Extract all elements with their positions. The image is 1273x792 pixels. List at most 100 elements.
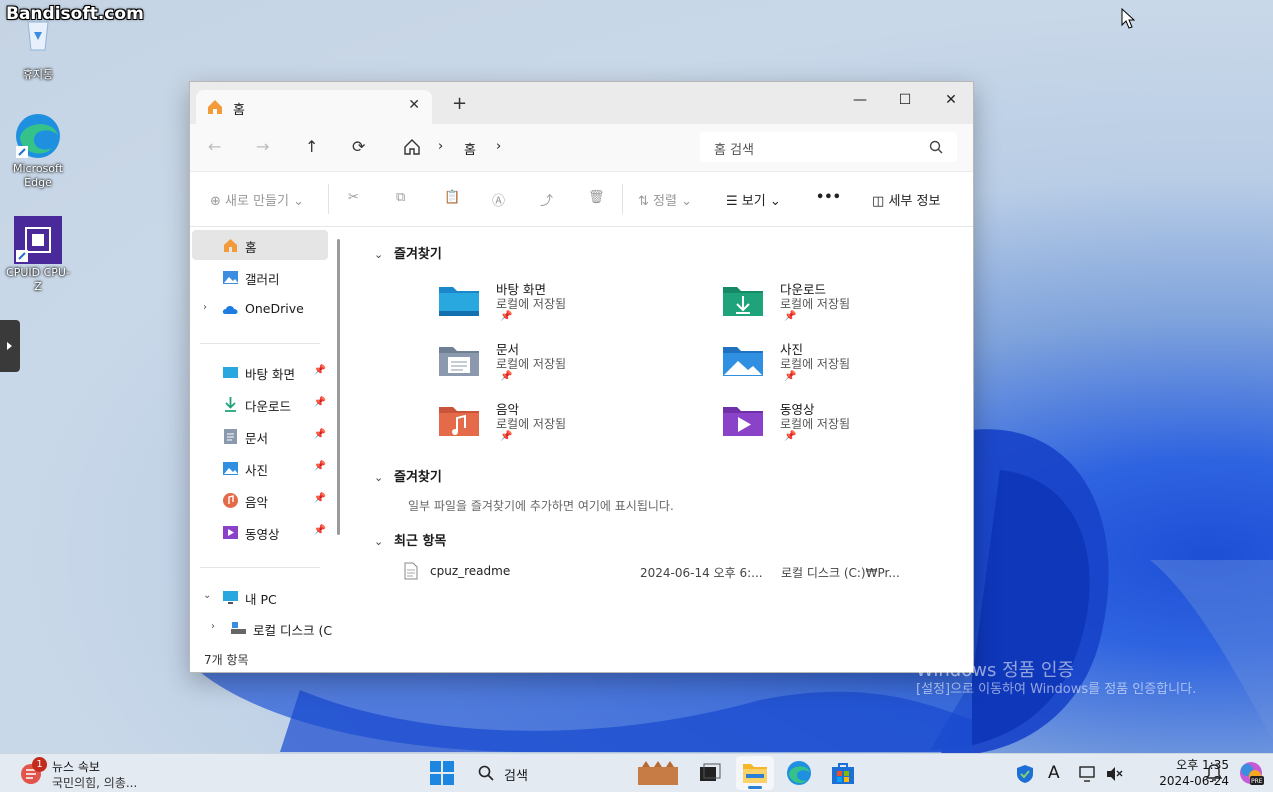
quick-access-pictures[interactable]: 사진 로컬에 저장됨 📌	[722, 339, 973, 395]
chevron-right-icon[interactable]: ›	[203, 302, 207, 313]
computer-icon	[223, 591, 238, 604]
sidebar-item-pictures[interactable]: 사진 📌	[192, 453, 328, 483]
desktop-icon-recycle-bin[interactable]: 휴지통	[6, 18, 70, 82]
more-options-button[interactable]: •••	[816, 190, 841, 205]
quick-access-desktop[interactable]: 바탕 화면 로컬에 저장됨 📌	[438, 279, 698, 335]
refresh-button[interactable]: ⟳	[352, 137, 365, 156]
pin-icon[interactable]: 📌	[314, 429, 326, 440]
sidebar-item-label: 문서	[245, 431, 269, 446]
breadcrumb-current[interactable]: 홈	[464, 139, 476, 158]
pin-icon[interactable]: 📌	[314, 461, 326, 472]
volume-muted-icon[interactable]	[1105, 765, 1123, 783]
delete-icon[interactable]: 🗑	[588, 190, 605, 205]
details-button[interactable]: ◫ 세부 정보	[872, 190, 940, 209]
quick-access-music[interactable]: 음악 로컬에 저장됨 📌	[438, 399, 698, 455]
pin-icon[interactable]: 📌	[314, 525, 326, 536]
up-button[interactable]: ↑	[305, 137, 318, 156]
sidebar-item-local-disk[interactable]: › 로컬 디스크 (C	[192, 613, 332, 643]
recent-file-row[interactable]: cpuz_readme 2024-06-14 오후 6:... 로컬 디스크 (…	[404, 560, 964, 584]
edge-icon[interactable]	[786, 760, 812, 786]
pin-icon[interactable]: 📌	[314, 493, 326, 504]
store-icon[interactable]	[831, 761, 855, 785]
sidebar-item-music[interactable]: 음악 📌	[192, 485, 328, 515]
taskbar-search[interactable]: 검색	[470, 757, 678, 789]
address-bar[interactable]: › 홈 ›	[390, 132, 690, 162]
folder-status: 로컬에 저장됨	[496, 357, 567, 371]
chevron-right-icon[interactable]: ›	[211, 621, 215, 632]
new-label: 새로 만들기	[225, 194, 289, 209]
security-shield-icon[interactable]	[1016, 764, 1034, 784]
pin-icon: 📌	[500, 311, 513, 322]
title-bar: 홈 ✕ + — ☐ ✕	[190, 82, 973, 124]
search-box[interactable]: 홈 검색	[700, 132, 957, 162]
side-panel-handle[interactable]	[0, 320, 20, 372]
pin-icon[interactable]: 📌	[314, 397, 326, 408]
sidebar-item-downloads[interactable]: 다운로드 📌	[192, 389, 328, 419]
chevron-down-icon: ⌄	[293, 194, 305, 209]
ime-indicator[interactable]: A	[1048, 763, 1060, 783]
sidebar-item-desktop[interactable]: 바탕 화면 📌	[192, 357, 328, 387]
quick-access-videos[interactable]: 동영상 로컬에 저장됨 📌	[722, 399, 973, 455]
forward-button[interactable]: →	[256, 137, 269, 156]
status-bar-item-count: 7개 항목	[204, 653, 249, 667]
section-header-favorites[interactable]: ⌄ 즐겨찾기	[374, 466, 442, 485]
chevron-down-icon[interactable]: ⌄	[203, 590, 211, 601]
activation-body: [설정]으로 이동하여 Windows를 정품 인증합니다.	[916, 682, 1197, 697]
section-header-recent[interactable]: ⌄ 최근 항목	[374, 530, 446, 549]
share-icon[interactable]: ⤴	[540, 190, 553, 209]
new-tab-button[interactable]: +	[452, 93, 467, 114]
pictures-folder-icon	[723, 347, 763, 376]
desktop-icon-label: CPUID CPU-Z	[6, 266, 70, 293]
desktop-folder-icon	[223, 367, 238, 378]
search-placeholder: 홈 검색	[714, 143, 755, 158]
search-icon	[929, 140, 943, 154]
plus-icon: ⊕	[210, 194, 221, 209]
quick-access-documents[interactable]: 문서 로컬에 저장됨 📌	[438, 339, 698, 395]
sidebar-item-onedrive[interactable]: › OneDrive	[192, 294, 328, 324]
sidebar-item-gallery[interactable]: 갤러리	[192, 262, 328, 292]
minimize-button[interactable]: —	[837, 86, 883, 114]
copilot-icon[interactable]: PRE	[1238, 760, 1264, 786]
close-button[interactable]: ✕	[928, 86, 973, 114]
copy-icon[interactable]: ⧉	[396, 190, 405, 205]
sidebar-item-this-pc[interactable]: ⌄ 내 PC	[192, 582, 328, 612]
start-button[interactable]	[430, 761, 454, 785]
rename-icon[interactable]: Ⓐ	[492, 190, 505, 209]
onedrive-icon	[222, 306, 238, 314]
breadcrumb-separator[interactable]: ›	[438, 139, 443, 154]
sidebar-item-label: 동영상	[245, 527, 280, 542]
file-explorer-taskbar-button[interactable]	[736, 756, 774, 790]
recycle-bin-icon	[14, 18, 62, 66]
desktop-icon-edge[interactable]: Microsoft Edge	[6, 112, 70, 190]
chevron-down-icon: ⌄	[681, 194, 693, 209]
sort-icon: ⇅	[638, 194, 649, 209]
view-button[interactable]: ☰ 보기 ⌄	[726, 190, 781, 209]
tab-close-icon[interactable]: ✕	[408, 97, 420, 113]
sidebar-item-home[interactable]: 홈	[192, 230, 328, 260]
paste-icon[interactable]: 📋	[444, 190, 460, 205]
sidebar-item-documents[interactable]: 문서 📌	[192, 421, 328, 451]
pin-icon[interactable]: 📌	[314, 365, 326, 376]
news-widget[interactable]: 1 뉴스 속보 국민의힘, 의총...	[0, 754, 160, 792]
quick-access-downloads[interactable]: 다운로드 로컬에 저장됨 📌	[722, 279, 973, 335]
cut-icon[interactable]: ✂	[348, 190, 359, 205]
sort-button[interactable]: ⇅ 정렬 ⌄	[638, 190, 692, 209]
file-explorer-window: 홈 ✕ + — ☐ ✕ ← → ↑ ⟳ › 홈 › 홈 검색 ⊕ 새로 만들기 …	[189, 81, 974, 673]
tab-home[interactable]: 홈 ✕	[196, 90, 432, 124]
mouse-cursor-icon	[1121, 8, 1135, 29]
desktop-icon-cpuz[interactable]: CPUID CPU-Z	[6, 216, 70, 294]
sidebar-item-videos[interactable]: 동영상 📌	[192, 517, 328, 547]
news-subtitle: 국민의힘, 의총...	[52, 776, 138, 790]
notification-bell-icon[interactable]	[1206, 764, 1222, 782]
sidebar-scrollbar[interactable]	[337, 239, 340, 535]
back-button[interactable]: ←	[208, 137, 221, 156]
breadcrumb-separator[interactable]: ›	[496, 139, 501, 154]
maximize-button[interactable]: ☐	[882, 86, 928, 114]
network-icon[interactable]	[1079, 765, 1097, 783]
recent-file-location: 로컬 디스크 (C:)₩Pr...	[781, 566, 900, 580]
downloads-folder-icon	[723, 287, 763, 316]
task-view-icon[interactable]	[698, 761, 722, 785]
section-header-quick-access[interactable]: ⌄ 즐겨찾기	[374, 243, 442, 262]
section-title: 최근 항목	[394, 534, 447, 549]
new-button[interactable]: ⊕ 새로 만들기 ⌄	[210, 190, 304, 209]
